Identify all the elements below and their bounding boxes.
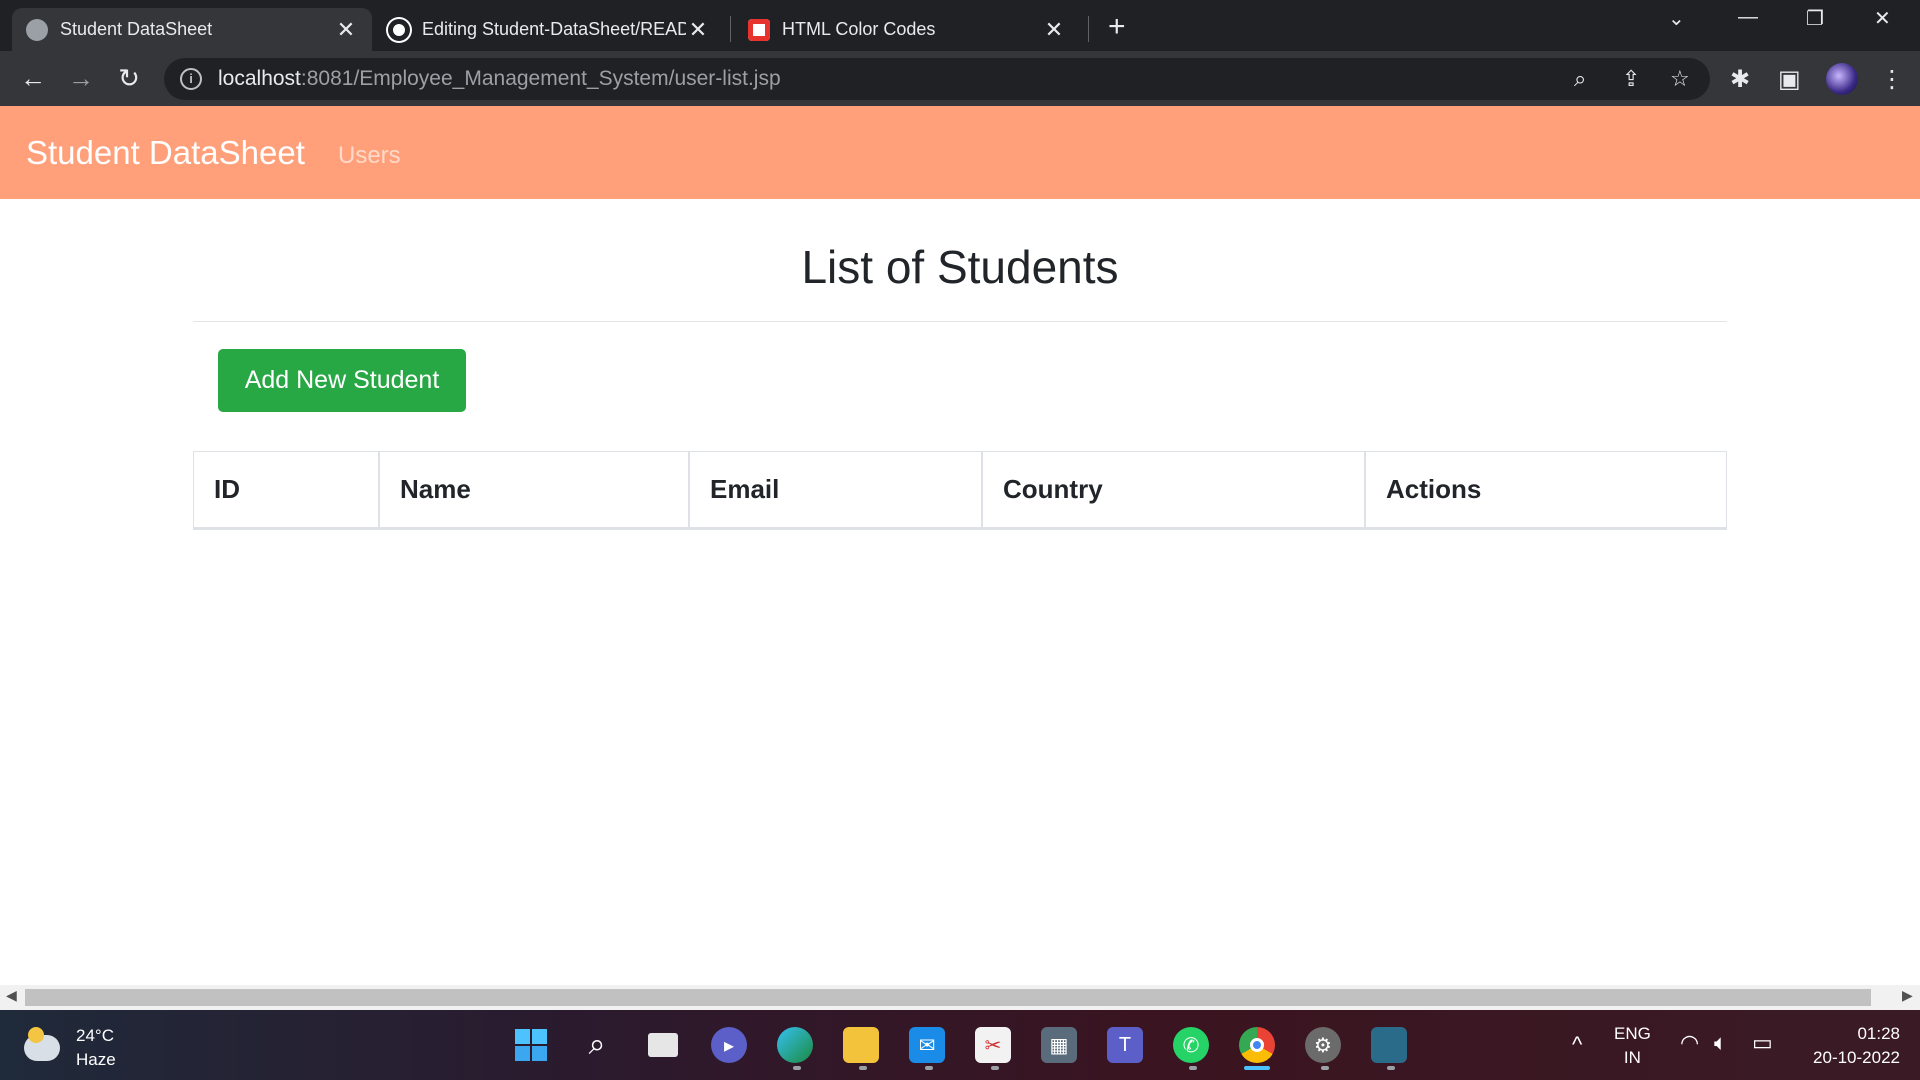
weather-widget[interactable]: 24°C Haze	[24, 1024, 116, 1072]
close-tab-icon[interactable]: ✕	[334, 17, 358, 43]
tab-html-color-codes[interactable]: HTML Color Codes ✕	[734, 8, 1080, 51]
close-tab-icon[interactable]: ✕	[686, 17, 710, 43]
site-info-icon[interactable]: i	[180, 68, 202, 90]
restore-icon[interactable]: ❐	[1806, 6, 1824, 31]
forward-icon[interactable]: →	[66, 63, 96, 93]
clock-time: 01:28	[1857, 1024, 1900, 1043]
start-icon[interactable]	[513, 1027, 549, 1063]
close-tab-icon[interactable]: ✕	[1042, 17, 1066, 43]
color-codes-icon	[748, 18, 770, 41]
scroll-left-icon[interactable]: ◀	[6, 987, 17, 1004]
teams-icon[interactable]: T	[1107, 1027, 1143, 1063]
table-header-id: ID	[194, 452, 380, 527]
navbar-brand[interactable]: Student DataSheet	[26, 134, 305, 172]
meet-icon[interactable]: ▸	[711, 1027, 747, 1063]
tab-editing-readme[interactable]: Editing Student-DataSheet/READ ✕	[374, 8, 724, 51]
running-indicator	[1321, 1066, 1329, 1070]
mail-icon[interactable]: ✉	[909, 1027, 945, 1063]
settings-icon[interactable]: ⚙	[1305, 1027, 1341, 1063]
temperature: 24°C	[76, 1026, 114, 1045]
address-bar[interactable]: i localhost:8081/Employee_Management_Sys…	[164, 58, 1710, 100]
scrollbar-thumb[interactable]	[25, 989, 1871, 1006]
show-hidden-icons-icon[interactable]: ^	[1572, 1032, 1582, 1058]
share-icon[interactable]: ⇪	[1622, 66, 1640, 92]
snipping-tool-icon[interactable]: ✂	[975, 1027, 1011, 1063]
nav-link-users[interactable]: Users	[338, 142, 401, 170]
divider	[193, 321, 1727, 322]
students-table: ID Name Email Country Actions	[193, 451, 1727, 530]
zoom-icon[interactable]: ⌕	[1574, 66, 1586, 92]
volume-icon[interactable]: 🔈︎	[1714, 1030, 1727, 1056]
chrome-icon[interactable]	[1239, 1027, 1275, 1063]
running-indicator	[991, 1066, 999, 1070]
reload-icon[interactable]: ↻	[114, 63, 144, 93]
add-new-student-button[interactable]: Add New Student	[218, 349, 466, 412]
running-indicator	[1387, 1066, 1395, 1070]
task-view-icon[interactable]	[645, 1027, 681, 1063]
table-header-name: Name	[380, 452, 690, 527]
url-host: localhost	[218, 67, 301, 90]
mysql-workbench-icon[interactable]	[1371, 1027, 1407, 1063]
edge-icon[interactable]	[777, 1027, 813, 1063]
tab-separator	[730, 16, 731, 42]
table-header-country: Country	[983, 452, 1366, 527]
windows-taskbar: 24°C Haze ⌕ ▸ ✉ ✂ ▦ T ✆ ⚙ ^ ENG IN ◠ 🔈︎ …	[0, 1010, 1920, 1080]
browser-tab-strip: Student DataSheet ✕ Editing Student-Data…	[0, 0, 1920, 51]
running-indicator	[859, 1066, 867, 1070]
weather-condition: Haze	[76, 1050, 116, 1069]
extensions-icon[interactable]: ✱	[1730, 65, 1750, 94]
globe-icon	[26, 18, 48, 41]
close-window-icon[interactable]: ✕	[1874, 6, 1891, 31]
running-indicator	[793, 1066, 801, 1070]
scroll-right-icon[interactable]: ▶	[1902, 987, 1913, 1004]
running-indicator	[925, 1066, 933, 1070]
address-url[interactable]: localhost:8081/Employee_Management_Syste…	[218, 67, 781, 91]
horizontal-scrollbar[interactable]: ◀ ▶	[0, 985, 1920, 1010]
table-header-actions: Actions	[1386, 474, 1482, 504]
url-path: :8081/Employee_Management_System/user-li…	[300, 67, 781, 90]
back-icon[interactable]: ←	[18, 63, 48, 93]
language-code: ENG	[1614, 1024, 1651, 1043]
weather-haze-icon	[24, 1027, 60, 1061]
site-navbar: Student DataSheet Users	[0, 106, 1920, 199]
tab-title: Student DataSheet	[60, 19, 213, 39]
active-indicator	[1244, 1066, 1270, 1070]
bookmark-star-icon[interactable]: ☆	[1670, 66, 1690, 92]
tab-title: Editing Student-DataSheet/READ	[422, 19, 686, 39]
search-icon[interactable]: ⌕	[579, 1027, 615, 1063]
github-icon	[388, 18, 410, 41]
table-header-email: Email	[690, 452, 983, 527]
wifi-icon[interactable]: ◠	[1680, 1030, 1699, 1056]
tab-student-datasheet[interactable]: Student DataSheet ✕	[12, 8, 372, 51]
clock[interactable]: 01:28 20-10-2022	[1800, 1022, 1900, 1070]
new-tab-icon[interactable]: +	[1108, 12, 1126, 42]
minimize-icon[interactable]: —	[1738, 6, 1758, 29]
calculator-icon[interactable]: ▦	[1041, 1027, 1077, 1063]
menu-icon[interactable]: ⋮	[1880, 65, 1904, 94]
side-panel-icon[interactable]: ▣	[1778, 65, 1801, 94]
running-indicator	[1189, 1066, 1197, 1070]
tab-search-chevron-icon[interactable]: ⌄	[1668, 6, 1685, 31]
language-indicator[interactable]: ENG IN	[1614, 1022, 1651, 1070]
whatsapp-icon[interactable]: ✆	[1173, 1027, 1209, 1063]
profile-avatar[interactable]	[1826, 63, 1858, 95]
tab-title: HTML Color Codes	[782, 19, 936, 39]
browser-toolbar: ← → ↻ i localhost:8081/Employee_Manageme…	[0, 51, 1920, 106]
page-title: List of Students	[801, 241, 1119, 293]
file-explorer-icon[interactable]	[843, 1027, 879, 1063]
tab-separator	[1088, 16, 1089, 42]
battery-icon[interactable]: ▭	[1752, 1030, 1773, 1056]
region-code: IN	[1623, 1048, 1641, 1067]
clock-date: 20-10-2022	[1813, 1048, 1900, 1067]
